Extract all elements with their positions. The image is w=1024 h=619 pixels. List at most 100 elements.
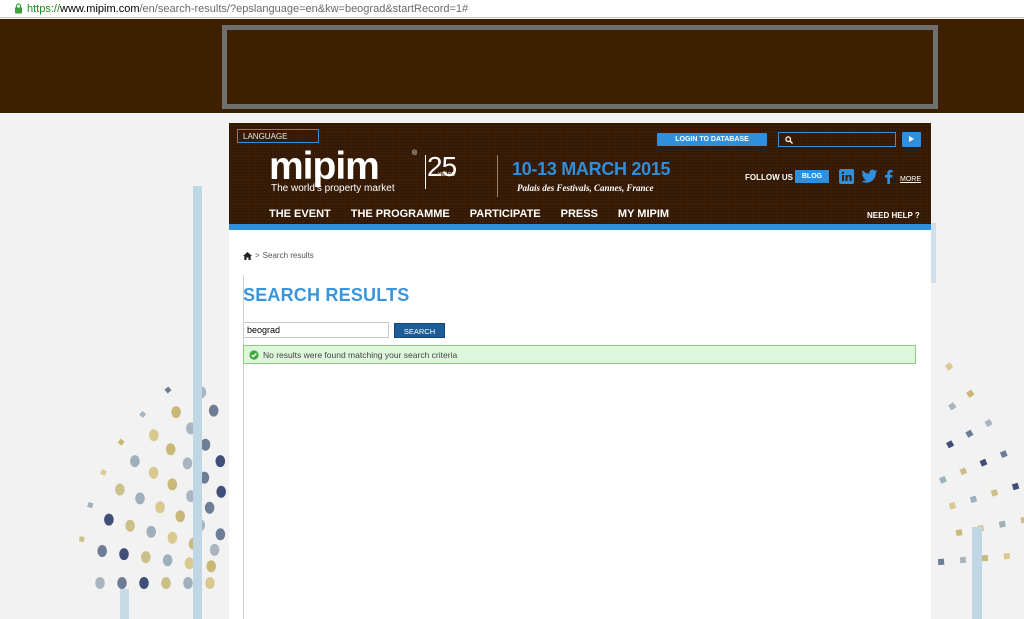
decorative-dot: [167, 531, 178, 544]
url-scheme: https://: [27, 2, 61, 15]
decorative-dot: [87, 501, 94, 509]
decorative-dot: [937, 558, 945, 566]
decorative-dot: [149, 429, 159, 442]
breadcrumb-separator: >: [255, 251, 260, 260]
decorative-dot: [164, 386, 172, 394]
nav-item-the-event[interactable]: THE EVENT: [269, 208, 331, 220]
follow-us-label: FOLLOW US: [745, 173, 793, 182]
decorative-dot: [97, 545, 107, 557]
facebook-icon[interactable]: [884, 169, 893, 184]
decorative-dot: [939, 475, 947, 484]
decorative-dot: [130, 455, 140, 468]
decorative-dot: [946, 440, 955, 449]
logo-registered-mark: ®: [412, 150, 418, 157]
keyword-search-input[interactable]: [243, 322, 389, 338]
nav-item-the-programme[interactable]: THE PROGRAMME: [351, 208, 450, 220]
decorative-dot: [135, 492, 145, 505]
url-domain: www.mipim.com: [60, 2, 140, 15]
twitter-icon[interactable]: [861, 169, 878, 184]
decorative-dot: [984, 418, 993, 428]
nav-item-participate[interactable]: PARTICIPATE: [470, 208, 541, 220]
decorative-dot: [944, 362, 954, 371]
decorative-dot: [209, 543, 220, 556]
decorative-dot: [215, 528, 226, 541]
decorative-dot: [955, 529, 963, 537]
decorative-dot: [175, 510, 185, 523]
top-banner-band: [0, 19, 1024, 113]
decorative-dot: [115, 483, 125, 496]
left-dot-arcs: [78, 365, 226, 589]
decorative-dot: [139, 410, 147, 418]
site-search-submit-button[interactable]: [902, 132, 921, 147]
decorative-dot: [205, 577, 215, 589]
decorative-dot: [125, 519, 135, 532]
decorative-dot: [959, 556, 967, 564]
decorative-dot: [141, 551, 151, 564]
site-header: LANGUAGE LOGIN TO DATABASE mipim ® 25 YE…: [229, 123, 931, 230]
nav-item-press[interactable]: PRESS: [561, 208, 598, 220]
decorative-dot: [100, 469, 107, 476]
decorative-dot: [966, 389, 975, 398]
check-circle-icon: [249, 349, 259, 360]
decorative-dot: [948, 402, 957, 411]
home-icon[interactable]: [243, 251, 252, 260]
decorative-dot: [215, 455, 226, 468]
more-link[interactable]: MORE: [900, 176, 921, 183]
decorative-dot: [999, 450, 1008, 459]
decorative-dot: [206, 560, 216, 573]
decorative-dot: [990, 489, 999, 497]
decorative-dot: [182, 457, 193, 470]
decorative-dot: [161, 577, 171, 589]
decorative-dot: [1011, 482, 1020, 491]
decorative-dot: [146, 525, 156, 538]
logo-divider: [425, 155, 426, 189]
decorative-dot: [208, 404, 219, 417]
site-search-input[interactable]: [778, 132, 896, 147]
decorative-dot: [162, 554, 173, 567]
mipim-logo[interactable]: mipim: [269, 147, 380, 187]
decorative-dot: [965, 429, 974, 438]
site-container: LANGUAGE LOGIN TO DATABASE mipim ® 25 YE…: [229, 123, 931, 619]
decorative-dot: [167, 478, 178, 491]
banner-ad-frame[interactable]: [222, 25, 938, 109]
decorative-dot: [948, 502, 957, 510]
blog-button[interactable]: BLOG: [795, 170, 829, 183]
no-results-text: No results were found matching your sear…: [263, 349, 458, 360]
decorative-dot: [204, 501, 215, 514]
decorative-dot: [171, 406, 181, 419]
decorative-dot: [95, 577, 105, 589]
breadcrumb: > Search results: [243, 251, 314, 260]
decorative-dot: [117, 438, 125, 446]
login-to-database-button[interactable]: LOGIN TO DATABASE: [657, 133, 767, 146]
decorative-dot: [969, 495, 978, 504]
decorative-dot: [200, 438, 211, 451]
lock-icon: [15, 3, 22, 14]
decorative-dot: [183, 577, 193, 589]
logo-years: YEARS: [438, 172, 455, 178]
main-nav: THE EVENT THE PROGRAMME PARTICIPATE PRES…: [269, 208, 689, 220]
address-bar[interactable]: https://www.mipim.com/en/search-results/…: [0, 0, 1024, 18]
need-help-link[interactable]: NEED HELP ?: [867, 211, 920, 220]
decorative-dot: [78, 536, 85, 543]
search-icon: [785, 136, 793, 144]
decorative-dot: [998, 520, 1006, 528]
decorative-dot: [117, 577, 127, 589]
decorative-dot: [959, 467, 968, 476]
linkedin-icon[interactable]: [839, 169, 854, 184]
event-dates: 10-13 MARCH 2015: [512, 159, 671, 179]
decorative-dot: [184, 557, 195, 570]
decorative-dot: [119, 548, 129, 561]
decorative-dot: [148, 466, 159, 479]
logo-tagline: The world's property market: [271, 183, 395, 194]
language-selector[interactable]: LANGUAGE: [237, 129, 319, 143]
nav-item-my-mipim[interactable]: MY MIPIM: [618, 208, 669, 220]
no-results-message: No results were found matching your sear…: [243, 345, 916, 364]
decorative-dot: [1020, 516, 1024, 524]
decorative-dot: [216, 485, 226, 498]
decorative-dot: [1003, 552, 1011, 560]
url-path: /en/search-results/?epslanguage=en&kw=be…: [139, 2, 469, 15]
page-title: SEARCH RESULTS: [243, 285, 410, 305]
decorative-dot: [165, 443, 176, 456]
decorative-dot: [155, 501, 165, 514]
search-button[interactable]: SEARCH: [394, 323, 445, 338]
